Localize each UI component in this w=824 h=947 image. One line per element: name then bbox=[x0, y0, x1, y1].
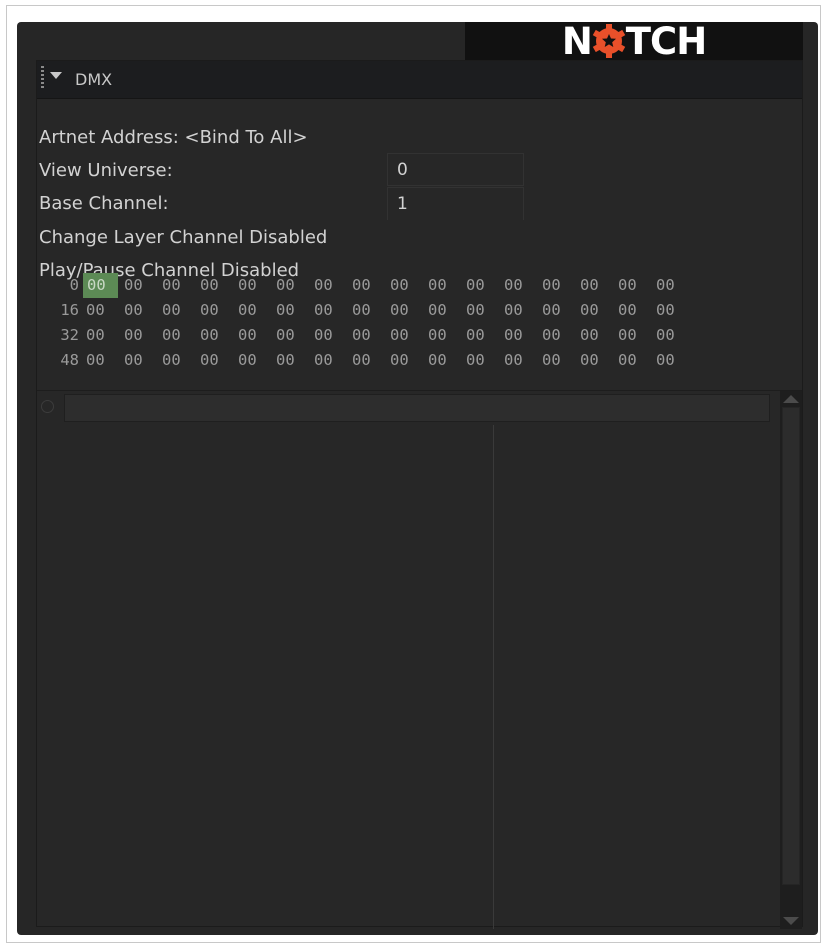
panel-title: DMX bbox=[75, 70, 113, 89]
dmx-cell[interactable]: 00 bbox=[539, 273, 577, 298]
dmx-cell[interactable]: 00 bbox=[653, 323, 691, 348]
logo-bar: N TCH bbox=[465, 22, 803, 60]
dmx-cell[interactable]: 00 bbox=[425, 273, 463, 298]
dmx-cell[interactable]: 00 bbox=[197, 298, 235, 323]
dmx-cell[interactable]: 00 bbox=[273, 298, 311, 323]
dmx-channel-grid: 0 00 00 00 00 00 00 00 00 00 00 00 00 00 00 00 00 16 00 00 0… bbox=[51, 273, 691, 373]
artnet-address-label: Artnet Address: <Bind To All> bbox=[39, 127, 308, 148]
dmx-row-label: 16 bbox=[60, 301, 79, 319]
dmx-cell[interactable]: 00 bbox=[197, 348, 235, 373]
lower-pane bbox=[37, 390, 802, 929]
dmx-cell[interactable]: 00 bbox=[83, 298, 121, 323]
filter-input[interactable] bbox=[64, 394, 770, 422]
base-channel-field[interactable]: 1 bbox=[387, 187, 524, 220]
dmx-cell[interactable]: 00 bbox=[615, 323, 653, 348]
scroll-thumb[interactable] bbox=[782, 407, 800, 885]
dmx-cell[interactable]: 00 bbox=[121, 273, 159, 298]
view-universe-label: View Universe: bbox=[39, 160, 173, 181]
gear-icon bbox=[592, 24, 626, 58]
dmx-cell[interactable]: 00 bbox=[463, 273, 501, 298]
dmx-cell[interactable]: 00 bbox=[539, 323, 577, 348]
dmx-cell[interactable]: 00 bbox=[159, 323, 197, 348]
drag-handle-icon[interactable] bbox=[41, 66, 44, 90]
dmx-row: 48 00 00 00 00 00 00 00 00 00 00 00 00 00 00 00 00 bbox=[51, 348, 691, 373]
dmx-row: 32 00 00 00 00 00 00 00 00 00 00 00 00 00 00 00 00 bbox=[51, 323, 691, 348]
dmx-cell[interactable]: 00 bbox=[463, 323, 501, 348]
notch-logo: N TCH bbox=[561, 22, 707, 63]
dmx-window: N TCH DMX Artnet Address: <Bind To All> … bbox=[17, 22, 818, 935]
dmx-cell[interactable]: 00 bbox=[235, 323, 273, 348]
dmx-cell[interactable]: 00 bbox=[653, 298, 691, 323]
dmx-row: 16 00 00 00 00 00 00 00 00 00 00 00 00 00 00 00 00 bbox=[51, 298, 691, 323]
dmx-cell[interactable]: 00 bbox=[615, 273, 653, 298]
dmx-cell[interactable]: 00 bbox=[235, 298, 273, 323]
dmx-cell[interactable]: 00 bbox=[197, 273, 235, 298]
dmx-cell[interactable]: 00 bbox=[159, 298, 197, 323]
scroll-down-icon[interactable] bbox=[783, 917, 799, 925]
dmx-row-label: 0 bbox=[69, 276, 79, 294]
radio-button[interactable] bbox=[41, 400, 54, 413]
change-layer-channel-label: Change Layer Channel Disabled bbox=[39, 227, 328, 248]
dmx-panel: DMX Artnet Address: <Bind To All> View U… bbox=[36, 60, 803, 929]
dmx-cell[interactable]: 00 bbox=[273, 273, 311, 298]
dmx-cell[interactable]: 00 bbox=[121, 348, 159, 373]
dmx-row-label: 32 bbox=[60, 326, 79, 344]
dmx-cell[interactable]: 00 bbox=[463, 298, 501, 323]
dmx-cell[interactable]: 00 bbox=[349, 298, 387, 323]
dmx-cell[interactable]: 00 bbox=[349, 273, 387, 298]
view-universe-field[interactable]: 0 bbox=[387, 153, 524, 186]
dmx-cell[interactable]: 00 bbox=[349, 323, 387, 348]
dmx-cell[interactable]: 00 bbox=[311, 273, 349, 298]
column-divider[interactable] bbox=[493, 425, 494, 929]
dmx-cell-selected[interactable]: 00 bbox=[83, 273, 118, 298]
dmx-cell[interactable]: 00 bbox=[235, 348, 273, 373]
dmx-cell[interactable]: 00 bbox=[121, 298, 159, 323]
dmx-cell[interactable]: 00 bbox=[539, 348, 577, 373]
dmx-cell[interactable]: 00 bbox=[577, 273, 615, 298]
dmx-cell[interactable]: 00 bbox=[387, 298, 425, 323]
dmx-cell[interactable]: 00 bbox=[501, 298, 539, 323]
dmx-cell[interactable]: 00 bbox=[501, 323, 539, 348]
dmx-cell[interactable]: 00 bbox=[349, 348, 387, 373]
dmx-cell[interactable]: 00 bbox=[311, 348, 349, 373]
dmx-cell[interactable]: 00 bbox=[387, 273, 425, 298]
dmx-cell[interactable]: 00 bbox=[577, 323, 615, 348]
dmx-cell[interactable]: 00 bbox=[501, 273, 539, 298]
dmx-row: 0 00 00 00 00 00 00 00 00 00 00 00 00 00 00 00 00 bbox=[51, 273, 691, 298]
dmx-cell[interactable]: 00 bbox=[83, 348, 121, 373]
dmx-cell[interactable]: 00 bbox=[311, 298, 349, 323]
dmx-cell[interactable]: 00 bbox=[387, 323, 425, 348]
dmx-cell[interactable]: 00 bbox=[273, 323, 311, 348]
dmx-cell[interactable]: 00 bbox=[653, 348, 691, 373]
dmx-cell[interactable]: 00 bbox=[463, 348, 501, 373]
vertical-scrollbar[interactable] bbox=[780, 391, 802, 929]
dmx-cell[interactable]: 00 bbox=[273, 348, 311, 373]
panel-header[interactable]: DMX bbox=[37, 61, 802, 99]
dmx-cell[interactable]: 00 bbox=[653, 273, 691, 298]
dmx-cell[interactable]: 00 bbox=[387, 348, 425, 373]
logo-text-end: TCH bbox=[625, 22, 707, 63]
logo-text-start: N bbox=[561, 22, 593, 63]
scroll-up-icon[interactable] bbox=[783, 395, 799, 403]
dmx-cell[interactable]: 00 bbox=[425, 348, 463, 373]
dmx-cell[interactable]: 00 bbox=[425, 323, 463, 348]
dmx-cell[interactable]: 00 bbox=[197, 323, 235, 348]
dmx-row-label: 48 bbox=[60, 351, 79, 369]
screenshot-frame: N TCH DMX Artnet Address: <Bind To All> … bbox=[6, 5, 821, 943]
dmx-cell[interactable]: 00 bbox=[577, 298, 615, 323]
dmx-cell[interactable]: 00 bbox=[83, 323, 121, 348]
dmx-cell[interactable]: 00 bbox=[311, 323, 349, 348]
collapse-arrow-icon[interactable] bbox=[50, 72, 62, 79]
dmx-cell[interactable]: 00 bbox=[159, 273, 197, 298]
dmx-cell[interactable]: 00 bbox=[577, 348, 615, 373]
dmx-cell[interactable]: 00 bbox=[121, 323, 159, 348]
dmx-cell[interactable]: 00 bbox=[501, 348, 539, 373]
dmx-cell[interactable]: 00 bbox=[539, 298, 577, 323]
base-channel-label: Base Channel: bbox=[39, 193, 169, 214]
dmx-cell[interactable]: 00 bbox=[425, 298, 463, 323]
dmx-cell[interactable]: 00 bbox=[615, 348, 653, 373]
dmx-cell[interactable]: 00 bbox=[235, 273, 273, 298]
dmx-cell[interactable]: 00 bbox=[615, 298, 653, 323]
dmx-cell[interactable]: 00 bbox=[159, 348, 197, 373]
